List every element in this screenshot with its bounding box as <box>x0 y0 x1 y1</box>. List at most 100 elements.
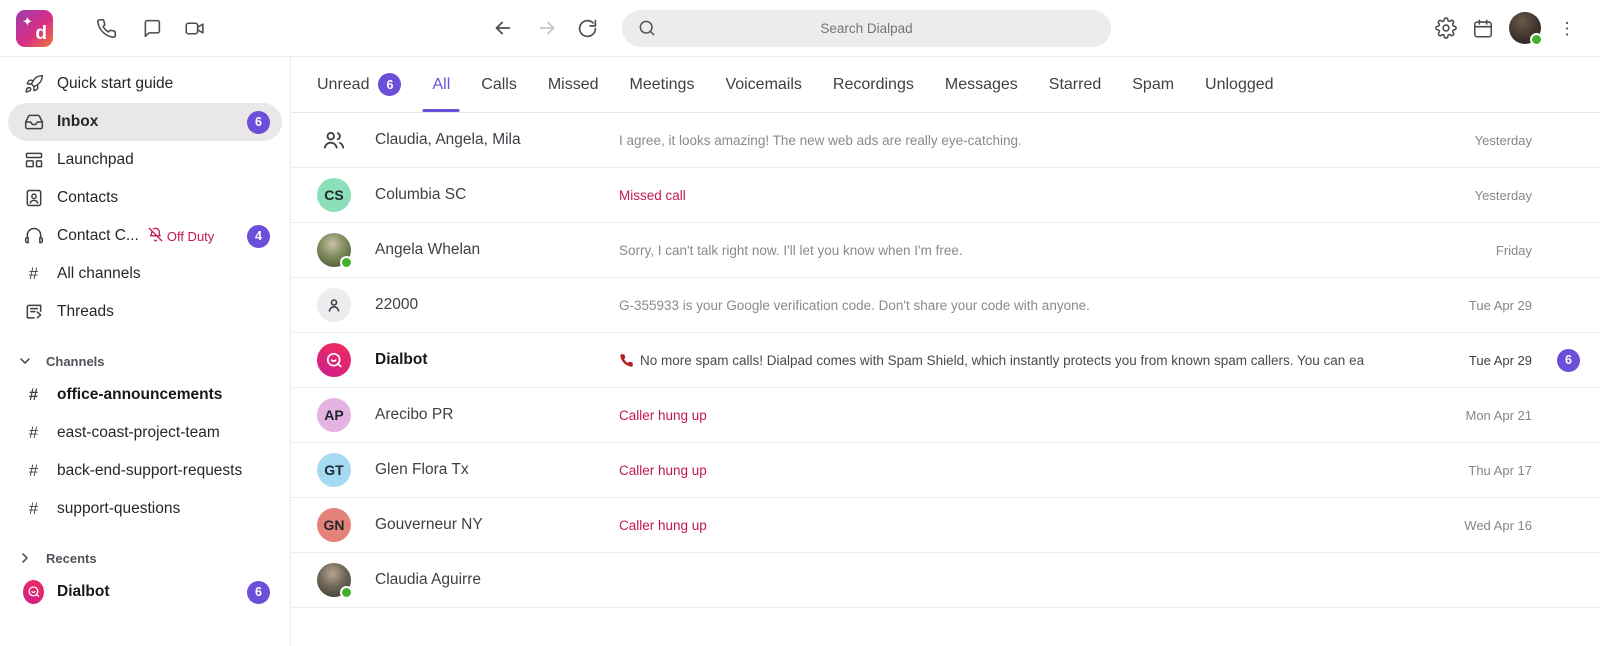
tab-label: Recordings <box>833 76 914 94</box>
sidebar-channel-office-announcements[interactable]: # office-announcements <box>8 376 282 414</box>
conversation-row[interactable]: CS Columbia SC Missed call Yesterday <box>291 168 1600 223</box>
tab-unread[interactable]: Unread 6 <box>317 57 401 112</box>
sidebar-item-all-channels[interactable]: # All channels <box>8 255 282 293</box>
tab-spam[interactable]: Spam <box>1132 57 1174 112</box>
conversation-time: Wed Apr 16 <box>1448 518 1532 533</box>
sidebar-item-label: All channels <box>57 265 141 283</box>
search-input[interactable] <box>622 21 1111 36</box>
tab-unlogged[interactable]: Unlogged <box>1205 57 1274 112</box>
conversation-row[interactable]: Dialbot No more spam calls! Dialpad come… <box>291 333 1600 388</box>
hash-icon: # <box>23 265 44 284</box>
inbox-icon <box>23 112 44 132</box>
user-avatar[interactable] <box>1509 12 1541 44</box>
tab-messages[interactable]: Messages <box>945 57 1018 112</box>
initials-avatar: GT <box>317 453 351 487</box>
off-duty-label: Off Duty <box>167 229 214 244</box>
chevron-down-icon <box>17 353 35 369</box>
kebab-menu-icon[interactable]: ⋮ <box>1556 17 1578 39</box>
conversation-row[interactable]: GN Gouverneur NY Caller hung up Wed Apr … <box>291 498 1600 553</box>
sidebar-channel-back-end-support-requests[interactable]: # back-end-support-requests <box>8 452 282 490</box>
inbox-panel: Unread 6 All Calls Missed Meetings Voice… <box>291 57 1600 646</box>
tab-recordings[interactable]: Recordings <box>833 57 914 112</box>
contacts-icon <box>23 188 44 208</box>
tab-all[interactable]: All <box>432 57 450 112</box>
conversation-name: Claudia Aguirre <box>375 571 619 589</box>
sidebar-item-launchpad[interactable]: Launchpad <box>8 141 282 179</box>
conversation-row[interactable]: Angela Whelan Sorry, I can't talk right … <box>291 223 1600 278</box>
refresh-icon[interactable] <box>576 17 598 39</box>
conversation-name: Claudia, Angela, Mila <box>375 131 619 149</box>
sparkle-icon: ✦ <box>22 14 33 30</box>
sidebar-item-label: Quick start guide <box>57 75 173 93</box>
conversation-time: Yesterday <box>1448 133 1532 148</box>
threads-icon <box>23 302 44 322</box>
channels-section-header[interactable]: Channels <box>0 346 290 376</box>
conversation-row[interactable]: 22000 G-355933 is your Google verificati… <box>291 278 1600 333</box>
tab-missed[interactable]: Missed <box>548 57 599 112</box>
sidebar-item-label: Threads <box>57 303 114 321</box>
conversation-snippet: Sorry, I can't talk right now. I'll let … <box>619 243 1432 258</box>
dialbot-avatar-icon <box>317 343 351 377</box>
headset-icon <box>23 226 44 246</box>
sidebar-recent-dialbot[interactable]: Dialbot 6 <box>8 573 282 611</box>
tab-starred[interactable]: Starred <box>1049 57 1101 112</box>
tab-label: Unlogged <box>1205 76 1274 94</box>
conversation-snippet: Caller hung up <box>619 463 1432 478</box>
conversation-time: Mon Apr 21 <box>1448 408 1532 423</box>
tab-label: Calls <box>481 76 517 94</box>
phone-icon[interactable] <box>95 17 117 39</box>
conversation-row[interactable]: Claudia Aguirre <box>291 553 1600 608</box>
sidebar-item-contact-center[interactable]: Contact C... Off Duty 4 <box>8 217 282 255</box>
chat-icon[interactable] <box>140 17 162 39</box>
initials-avatar: GN <box>317 508 351 542</box>
sidebar-item-quick-start-guide[interactable]: Quick start guide <box>8 65 282 103</box>
calendar-icon[interactable] <box>1472 17 1494 39</box>
photo-avatar <box>317 233 351 267</box>
conversation-name: Glen Flora Tx <box>375 461 619 479</box>
sidebar-item-inbox[interactable]: Inbox 6 <box>8 103 282 141</box>
conversation-name: Columbia SC <box>375 186 619 204</box>
tab-calls[interactable]: Calls <box>481 57 517 112</box>
sidebar: Quick start guide Inbox 6 Launchpad Cont… <box>0 57 291 646</box>
sidebar-item-label: Inbox <box>57 113 98 131</box>
logo-letter: d <box>35 23 47 45</box>
conversation-name: Arecibo PR <box>375 406 619 424</box>
settings-gear-icon[interactable] <box>1435 17 1457 39</box>
forward-arrow-icon[interactable] <box>536 17 558 39</box>
off-duty-status: Off Duty <box>148 227 214 245</box>
tab-label: All <box>432 76 450 94</box>
dialbot-icon <box>23 580 44 604</box>
rocket-icon <box>23 74 44 94</box>
sidebar-channel-support-questions[interactable]: # support-questions <box>8 490 282 528</box>
dialpad-logo[interactable]: ✦ d <box>16 10 53 47</box>
conversation-snippet: G-355933 is your Google verification cod… <box>619 298 1432 313</box>
online-status-dot <box>340 256 353 269</box>
badge-slot: 6 <box>1544 349 1580 372</box>
channel-label: support-questions <box>57 500 180 518</box>
search-bar[interactable] <box>622 10 1111 47</box>
sidebar-item-threads[interactable]: Threads <box>8 293 282 331</box>
unread-count-badge: 4 <box>247 225 270 248</box>
tab-meetings[interactable]: Meetings <box>630 57 695 112</box>
conversation-snippet: I agree, it looks amazing! The new web a… <box>619 133 1432 148</box>
hash-icon: # <box>23 500 44 519</box>
online-status-dot <box>1530 33 1543 46</box>
hash-icon: # <box>23 462 44 481</box>
conversation-snippet: Caller hung up <box>619 408 1432 423</box>
conversation-row[interactable]: GT Glen Flora Tx Caller hung up Thu Apr … <box>291 443 1600 498</box>
video-icon[interactable] <box>184 17 206 39</box>
conversation-time: Yesterday <box>1448 188 1532 203</box>
conversation-name: Angela Whelan <box>375 241 619 259</box>
back-arrow-icon[interactable] <box>492 17 514 39</box>
recents-section-header[interactable]: Recents <box>0 543 290 573</box>
tab-voicemails[interactable]: Voicemails <box>725 57 801 112</box>
unread-count-badge: 6 <box>247 581 270 604</box>
conversation-time: Friday <box>1448 243 1532 258</box>
sidebar-item-contacts[interactable]: Contacts <box>8 179 282 217</box>
conversation-row[interactable]: AP Arecibo PR Caller hung up Mon Apr 21 <box>291 388 1600 443</box>
sidebar-channel-east-coast-project-team[interactable]: # east-coast-project-team <box>8 414 282 452</box>
channel-label: back-end-support-requests <box>57 462 242 480</box>
launchpad-icon <box>23 150 44 170</box>
conversation-row[interactable]: Claudia, Angela, Mila I agree, it looks … <box>291 113 1600 168</box>
recent-label: Dialbot <box>57 583 110 601</box>
